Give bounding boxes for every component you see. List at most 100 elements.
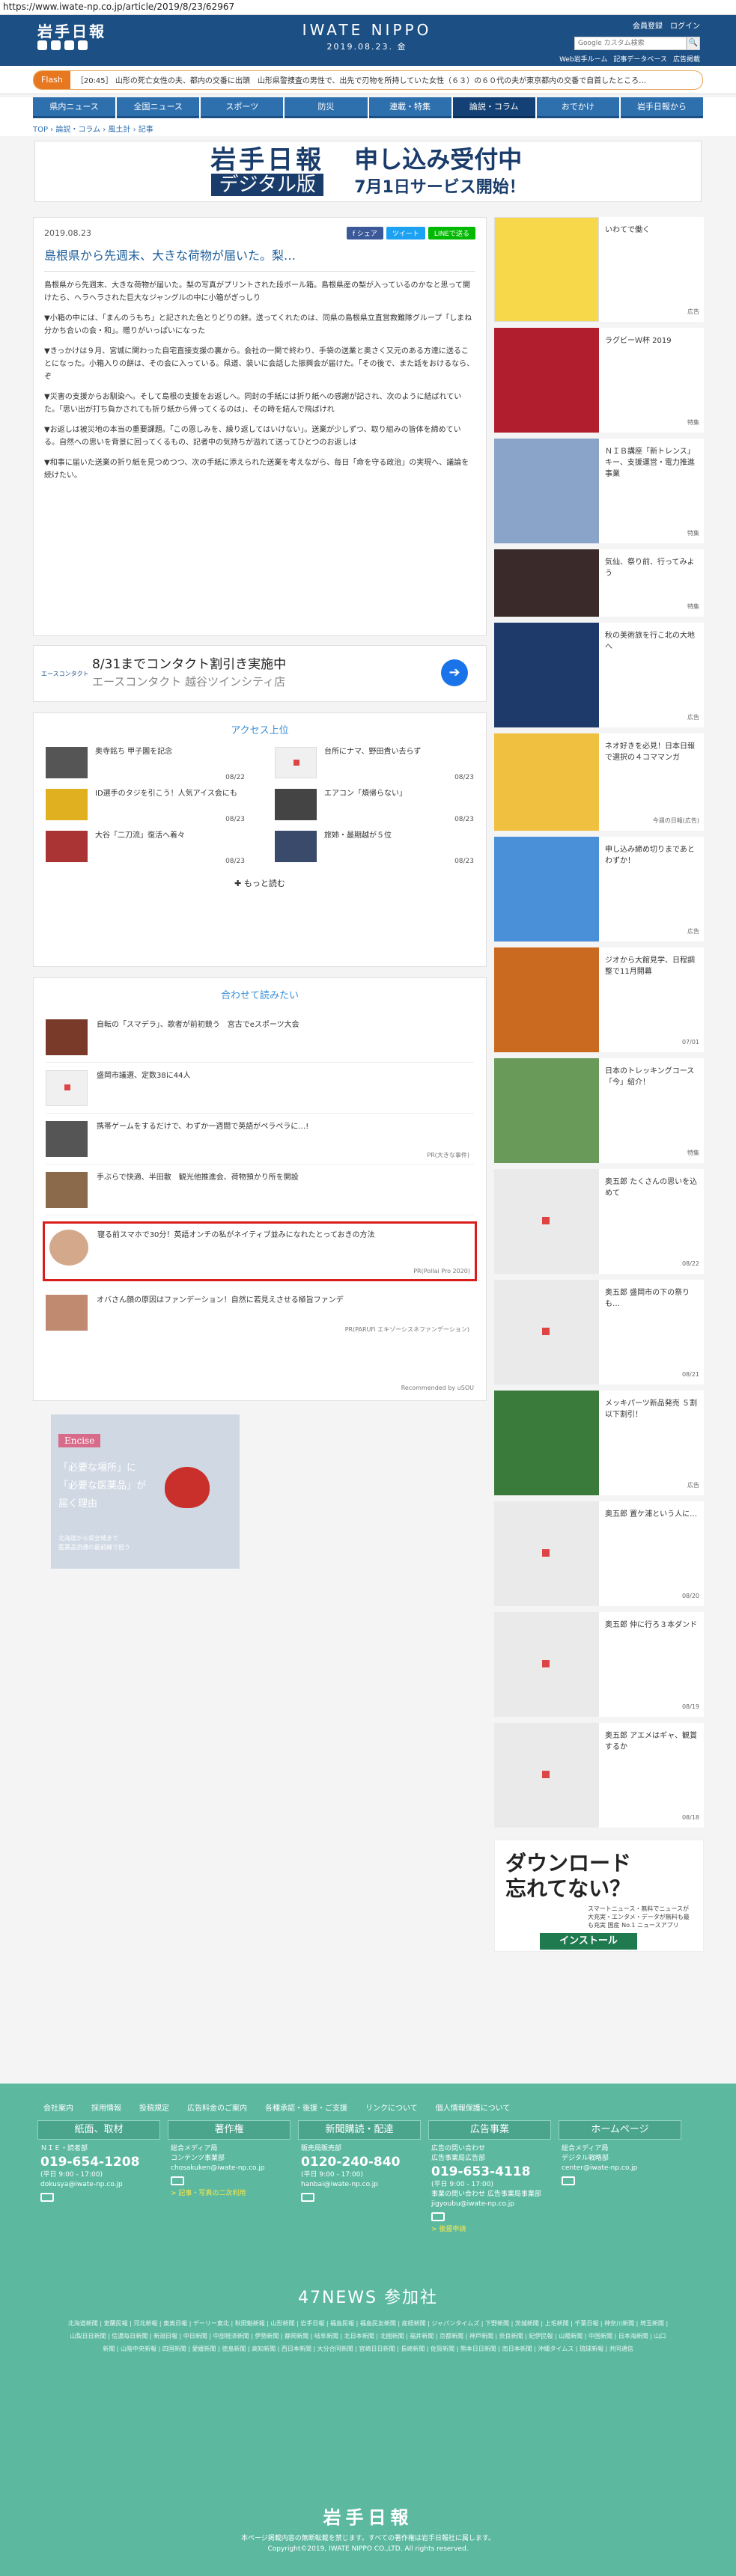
footer-logo[interactable]: 岩手日報: [0, 2503, 736, 2529]
recommend-footer[interactable]: Recommended by uSOU: [401, 1385, 474, 1391]
sub-link-room[interactable]: Web岩手ルーム: [559, 54, 607, 64]
ranking-title[interactable]: エアコン「煩帰らない」: [324, 789, 407, 823]
install-button[interactable]: インストール: [540, 1933, 637, 1950]
mail-icon[interactable]: [431, 2212, 445, 2221]
ranking-item[interactable]: 旅姉・最期越が５位 08/23: [275, 831, 474, 865]
recommend-title[interactable]: オバさん顔の原因はファンデーション！自然に若見えさせる極旨ファンデ: [97, 1295, 344, 1338]
nav-item-sports[interactable]: スポーツ: [201, 97, 284, 118]
contact-ad[interactable]: エースコンタクト 8/31までコンタクト割引き実施中 エースコンタクト 越谷ツイ…: [33, 645, 487, 702]
recommend-title[interactable]: 盛岡市議選、定数38に44人: [97, 1070, 190, 1113]
digital-banner[interactable]: 岩手日報 デジタル版 申し込み受付中 7月1日サービス開始！: [34, 141, 702, 202]
facebook-share-button[interactable]: f シェア: [346, 227, 383, 239]
mail-icon[interactable]: [301, 2193, 314, 2202]
sidebar-item[interactable]: 申し込み締め切りまであとわずか！ 広告: [494, 837, 704, 941]
recommend-item[interactable]: 自転の「スマデラ」、歌者が前初競う 宮古でeスポーツ大会: [46, 1012, 474, 1063]
sidebar-title[interactable]: ラグビーＷ杯 2019: [605, 337, 672, 345]
secondary-use-link[interactable]: > 記事・写真の二次利用: [171, 2189, 288, 2199]
phone-number[interactable]: 0120-240-840: [301, 2154, 418, 2170]
recommend-title[interactable]: 寝る前スマホで30分！英語オンチの私がネイティブ並みになれたとっておきの方法: [97, 1230, 375, 1273]
brand-title[interactable]: IWATE NIPPO: [292, 21, 442, 39]
ranking-item[interactable]: エアコン「煩帰らない」 08/23: [275, 789, 474, 823]
sub-link-database[interactable]: 記事データベース: [613, 54, 667, 64]
footer-link[interactable]: 会社案内: [43, 2102, 73, 2113]
twitter-icon[interactable]: [37, 40, 47, 50]
ad-title[interactable]: 8/31までコンタクト割引き実施中: [92, 653, 475, 672]
sidebar-title[interactable]: 奥五郎 仲に行ろ３本ダンド: [605, 1621, 697, 1629]
n47-member-list[interactable]: 北海道新聞 | 室蘭民報 | 河北新報 | 東奥日報 | デーリー東北 | 秋田…: [0, 2308, 736, 2355]
sidebar-title[interactable]: 奥五郎 たくさんの思いを込めて: [605, 1178, 697, 1197]
sponsorship-link[interactable]: > 後援申請: [431, 2225, 548, 2235]
ranking-title[interactable]: 旅姉・最期越が５位: [324, 831, 392, 865]
login-link[interactable]: ログイン: [670, 19, 700, 31]
sidebar-item[interactable]: ラグビーＷ杯 2019 特集: [494, 328, 704, 433]
ad-subtitle[interactable]: エースコンタクト 越谷ツインシティ店: [92, 674, 475, 689]
phone-number[interactable]: 019-654-1208: [40, 2154, 157, 2170]
site-logo[interactable]: 岩手日報: [37, 19, 106, 41]
address-bar[interactable]: https://www.iwate-np.co.jp/article/2019/…: [0, 0, 736, 15]
mail-icon[interactable]: [171, 2176, 184, 2185]
sidebar-item[interactable]: 奥五郎 仲に行ろ３本ダンド 08/19: [494, 1612, 704, 1717]
recommend-title[interactable]: 自転の「スマデラ」、歌者が前初競う 宮古でeスポーツ大会: [97, 1019, 299, 1062]
sidebar-title[interactable]: 申し込み締め切りまであとわずか！: [605, 846, 695, 865]
ranking-title[interactable]: 奥寺銘ち 甲子園を記念: [95, 747, 172, 781]
email-link[interactable]: dokusya@iwate-np.co.jp: [40, 2180, 157, 2190]
search-input[interactable]: [574, 37, 687, 50]
nav-item-disaster[interactable]: 防災: [285, 97, 368, 118]
sidebar-title[interactable]: メッキパーツ新品発売 ５割以下割引！: [605, 1400, 697, 1419]
sidebar-title[interactable]: 奥五郎 置ケ浦という人に…: [605, 1510, 697, 1519]
footer-link[interactable]: 広告料金のご案内: [187, 2102, 247, 2113]
recommend-title[interactable]: 手ぶらで快適、半田散 観光他推進会、荷物預かり所を開設: [97, 1172, 299, 1215]
sidebar-item[interactable]: ネオ好きを必見！日本日報で選択の４コママンガ 今週の日報(広告): [494, 733, 704, 831]
sidebar-item[interactable]: ＮＩＢ講座「新トレンス」キー、支援運営・電力推進事業 特集: [494, 439, 704, 543]
sidebar-title[interactable]: 日本のトレッキングコース「今」紹介！: [605, 1067, 694, 1087]
phone-number[interactable]: 019-653-4118: [431, 2164, 548, 2180]
email-link[interactable]: center@iwate-np.co.jp: [562, 2164, 678, 2173]
ranking-item[interactable]: ID選手のタジを引こう！人気アイス会にも 08/23: [46, 789, 245, 823]
email-link[interactable]: chosakuken@iwate-np.co.jp: [171, 2164, 288, 2173]
register-link[interactable]: 会員登録: [633, 19, 663, 31]
footer-link[interactable]: リンクについて: [365, 2102, 418, 2113]
sidebar-title[interactable]: 気仙、祭り前、行ってみよう: [605, 558, 695, 578]
footer-link[interactable]: 個人情報保護について: [436, 2102, 511, 2113]
sidebar-title[interactable]: 奥五郎 アエメはギャ、観賞するか: [605, 1732, 697, 1751]
email-link[interactable]: 事業の問い合わせ 広告事業局事業部 jigyoubu@iwate-np.co.j…: [431, 2190, 548, 2209]
sidebar-item[interactable]: 奥五郎 置ケ浦という人に… 08/20: [494, 1501, 704, 1606]
sidebar-item[interactable]: ジオから大館見学、日程調整で11月開幕 07/01: [494, 947, 704, 1052]
tweet-button[interactable]: ツイート: [386, 227, 425, 239]
ranking-title[interactable]: 大谷「二刀流」復活へ着々: [95, 831, 185, 865]
footer-link[interactable]: 採用情報: [91, 2102, 121, 2113]
footer-link[interactable]: 投稿規定: [139, 2102, 169, 2113]
sub-link-ads[interactable]: 広告掲載: [673, 54, 700, 64]
breadcrumb[interactable]: TOP › 論説・コラム › 風土計 › 記事: [0, 118, 736, 136]
mail-icon[interactable]: [562, 2176, 575, 2185]
sidebar-item[interactable]: 日本のトレッキングコース「今」紹介！ 特集: [494, 1058, 704, 1163]
sidebar-title[interactable]: いわてで働く: [605, 226, 650, 234]
nav-item-outing[interactable]: おでかけ: [536, 97, 619, 118]
ranking-item[interactable]: 奥寺銘ち 甲子園を記念 08/22: [46, 747, 245, 781]
sidebar-item[interactable]: 奥五郎 アエメはギャ、観賞するか 08/18: [494, 1723, 704, 1828]
recommend-item[interactable]: 携帯ゲームをするだけで、わずか一週間で英語がペラペラに…! PR(大きな事件): [46, 1114, 474, 1165]
recommend-item[interactable]: 盛岡市議選、定数38に44人: [46, 1063, 474, 1114]
directions-icon[interactable]: ➔: [441, 659, 468, 686]
sidebar-title[interactable]: 奥五郎 盛岡市の下の祭りも…: [605, 1289, 690, 1308]
pharma-ad[interactable]: Encise 「必要な場所」に 「必要な医薬品」が 届く理由 北海道から県全域ま…: [51, 1414, 240, 1569]
ranking-title[interactable]: ID選手のタジを引こう！人気アイス会にも: [95, 789, 237, 823]
sidebar-item[interactable]: 奥五郎 たくさんの思いを込めて 08/22: [494, 1169, 704, 1274]
sidebar-title[interactable]: ネオ好きを必見！日本日報で選択の４コママンガ: [605, 742, 695, 762]
footer-link[interactable]: 各種承認・後援・ご支援: [265, 2102, 347, 2113]
youtube-icon[interactable]: [64, 40, 74, 50]
recommend-item[interactable]: 手ぶらで快適、半田散 観光他推進会、荷物預かり所を開設: [46, 1165, 474, 1215]
search-button[interactable]: 🔍: [687, 37, 700, 50]
sidebar-item[interactable]: 気仙、祭り前、行ってみよう 特集: [494, 549, 704, 617]
sidebar-title[interactable]: ＮＩＢ講座「新トレンス」キー、支援運営・電力推進事業: [605, 448, 695, 478]
line-share-button[interactable]: LINEで送る: [428, 227, 475, 239]
ranking-item[interactable]: 大谷「二刀流」復活へ着々 08/23: [46, 831, 245, 865]
sidebar-title[interactable]: 秋の美術旅を行こ北の大地へ: [605, 632, 695, 651]
sidebar-item[interactable]: 奥五郎 盛岡市の下の祭りも… 08/21: [494, 1280, 704, 1385]
mail-icon[interactable]: [40, 2193, 54, 2202]
nav-item-local[interactable]: 県内ニュース: [33, 97, 116, 118]
facebook-icon[interactable]: [51, 40, 61, 50]
email-link[interactable]: hanbai@iwate-np.co.jp: [301, 2180, 418, 2190]
ranking-title[interactable]: 台所にナマ、野田貴い去らず: [324, 747, 421, 781]
nav-item-series[interactable]: 連載・特集: [368, 97, 451, 118]
